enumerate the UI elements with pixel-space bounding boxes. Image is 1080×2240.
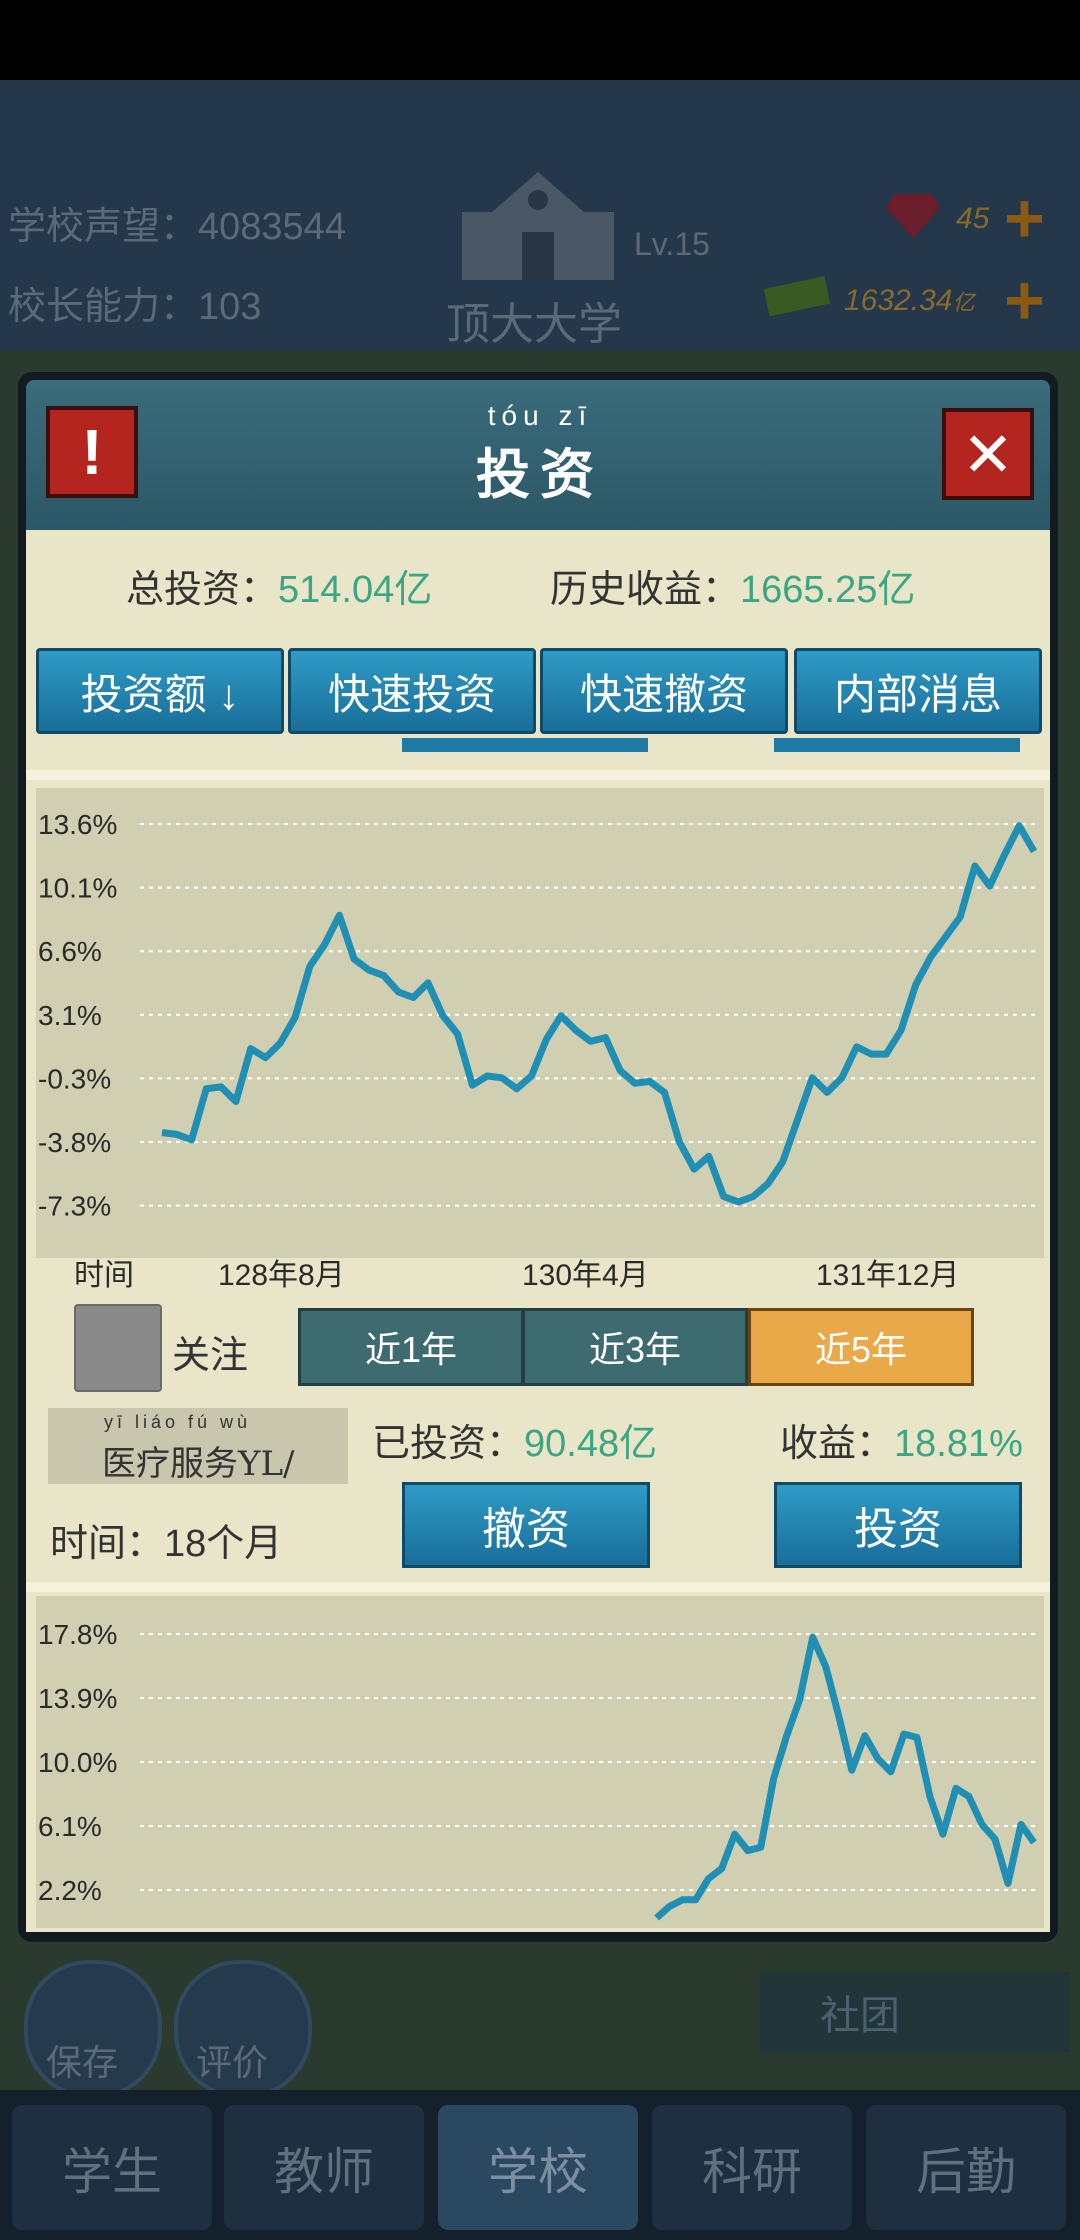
money-value: 1632.34 — [844, 284, 953, 317]
y-tick-label: -3.8% — [38, 1127, 111, 1158]
follow-label: 关注 — [172, 1335, 249, 1377]
reputation-value: 4083544 — [198, 206, 346, 248]
nav-students-label: 学生 — [62, 2143, 162, 2200]
y-tick-label: 6.6% — [38, 936, 102, 967]
period-3y-button[interactable]: 近3年 — [522, 1308, 748, 1386]
add-gem-icon[interactable]: + — [1004, 183, 1045, 253]
fund-name: 医疗服务YL/ — [102, 1444, 295, 1484]
close-button[interactable]: ✕ — [942, 408, 1034, 500]
x-tick-1: 128年8月 — [218, 1259, 345, 1292]
y-tick-label: 13.9% — [38, 1683, 117, 1714]
club-button[interactable]: 社团 — [760, 1972, 1070, 2052]
y-tick-label: 2.2% — [38, 1875, 102, 1906]
card-divider-2 — [26, 1582, 1050, 1592]
y-tick-label: -0.3% — [38, 1063, 111, 1094]
money-unit: 亿 — [952, 290, 975, 315]
nav-school[interactable]: 学校 — [438, 2105, 638, 2230]
y-tick-label: 3.1% — [38, 1000, 102, 1031]
invested-value: 90.48亿 — [524, 1423, 658, 1465]
add-money-icon[interactable]: + — [1004, 265, 1045, 335]
invest-button[interactable]: 投资 — [774, 1482, 1022, 1568]
total-invest-value: 514.04亿 — [278, 569, 433, 611]
y-tick-label: 10.0% — [38, 1747, 117, 1778]
total-invest: 总投资：514.04亿 — [126, 558, 432, 613]
alert-button[interactable]: ! — [46, 406, 138, 498]
nav-students[interactable]: 学生 — [12, 2105, 212, 2230]
time-row: 时间：18个月 — [50, 1512, 282, 1567]
money-amount: 1632.34亿 — [844, 284, 974, 318]
withdraw-button[interactable]: 撤资 — [402, 1482, 650, 1568]
title-pinyin: tóu zī — [487, 400, 593, 431]
nav-school-label: 学校 — [488, 2143, 588, 2200]
price-chart-1: 13.6% 10.1% 6.6% 3.1% -0.3% -3.8% -7.3% — [38, 809, 1038, 1222]
x-tick-3: 131年12月 — [816, 1259, 960, 1292]
dialog-title: 投资 — [476, 445, 604, 505]
income-value: 18.81% — [894, 1423, 1023, 1465]
nav-logistics-label: 后勤 — [916, 2143, 1016, 2200]
ability-value: 103 — [198, 286, 262, 328]
tab-inside-news[interactable]: 内部消息 — [794, 648, 1042, 734]
invested-row: 已投资：90.48亿 — [372, 1412, 657, 1467]
school-level: Lv.15 — [634, 226, 710, 262]
y-tick-label: 17.8% — [38, 1619, 117, 1650]
reputation-label: 学校声望： — [8, 206, 199, 248]
y-tick-label: 10.1% — [38, 873, 117, 904]
save-label: 保存 — [46, 2042, 119, 2083]
y-tick-label: -7.3% — [38, 1191, 111, 1222]
nav-teachers-label: 教师 — [274, 2143, 374, 2200]
chart-panel-2: 17.8% 13.9% 10.0% 6.1% 2.2% — [36, 1596, 1044, 1928]
close-icon: ✕ — [962, 420, 1014, 490]
gem-icon — [886, 194, 940, 238]
series-line — [161, 822, 1038, 1206]
tab-quick-withdraw[interactable]: 快速撤资 — [540, 648, 788, 734]
school-building-icon[interactable] — [452, 172, 624, 280]
reputation-row: 学校声望：4083544 — [8, 195, 346, 250]
history-income: 历史收益：1665.25亿 — [550, 558, 915, 613]
period-5y-button[interactable]: 近5年 — [748, 1308, 974, 1386]
x-axis-label: 时间 — [74, 1259, 134, 1292]
history-income-value: 1665.25亿 — [740, 569, 916, 611]
prev-invest-button[interactable] — [774, 738, 1020, 752]
nav-logistics[interactable]: 后勤 — [866, 2105, 1066, 2230]
gem-count: 45 — [956, 202, 990, 235]
total-invest-label: 总投资： — [126, 569, 279, 611]
follow-checkbox[interactable] — [74, 1304, 162, 1392]
price-chart-2: 17.8% 13.9% 10.0% 6.1% 2.2% — [38, 1619, 1037, 1921]
nav-research-label: 科研 — [702, 2143, 802, 2200]
card-divider — [26, 770, 1050, 780]
series-line — [654, 1633, 1037, 1921]
ability-row: 校长能力：103 — [8, 275, 261, 330]
income-label: 收益： — [780, 1423, 895, 1465]
fund-name-tag: yī liáo fú wù 医疗服务YL/ — [48, 1408, 348, 1484]
y-tick-label: 6.1% — [38, 1811, 102, 1842]
review-label: 评价 — [196, 2042, 269, 2083]
nav-teachers[interactable]: 教师 — [224, 2105, 424, 2230]
income-row: 收益：18.81% — [780, 1412, 1023, 1467]
chart-panel-1: 13.6% 10.1% 6.6% 3.1% -0.3% -3.8% -7.3% — [36, 788, 1044, 1258]
invested-label: 已投资： — [372, 1423, 525, 1465]
time-value: 18个月 — [164, 1523, 283, 1565]
school-name: 顶大大学 — [446, 300, 622, 349]
status-bar — [0, 0, 1080, 80]
club-label: 社团 — [820, 1994, 900, 2038]
y-tick-label: 13.6% — [38, 809, 117, 840]
fund-pinyin: yī liáo fú wù — [104, 1412, 252, 1432]
x-tick-2: 130年4月 — [522, 1259, 649, 1292]
tab-quick-invest[interactable]: 快速投资 — [288, 648, 536, 734]
exclamation-icon: ! — [81, 416, 103, 488]
history-income-label: 历史收益： — [550, 569, 741, 611]
ability-label: 校长能力： — [8, 286, 199, 328]
money-icon — [762, 276, 834, 317]
nav-research[interactable]: 科研 — [652, 2105, 852, 2230]
tab-sort-amount[interactable]: 投资额 ↓ — [36, 648, 284, 734]
period-1y-button[interactable]: 近1年 — [298, 1308, 524, 1386]
time-label: 时间： — [50, 1523, 165, 1565]
prev-withdraw-button[interactable] — [402, 738, 648, 752]
